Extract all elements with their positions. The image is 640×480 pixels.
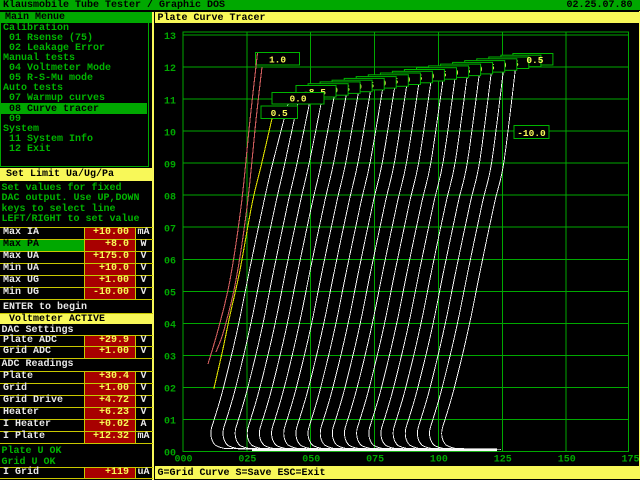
svg-text:0.5: 0.5 <box>271 108 288 119</box>
svg-text:0.5: 0.5 <box>526 55 543 66</box>
svg-text:05: 05 <box>164 289 176 300</box>
svg-text:025: 025 <box>238 455 256 466</box>
svg-text:01: 01 <box>164 417 176 428</box>
svg-text:050: 050 <box>302 455 320 466</box>
svg-text:10: 10 <box>164 128 176 139</box>
svg-text:03: 03 <box>164 353 176 364</box>
svg-text:08: 08 <box>164 192 176 203</box>
svg-text:11: 11 <box>164 96 176 107</box>
svg-text:13: 13 <box>164 32 176 43</box>
svg-text:09: 09 <box>164 160 176 171</box>
svg-text:100: 100 <box>430 455 448 466</box>
svg-text:175: 175 <box>621 455 639 466</box>
svg-text:06: 06 <box>164 257 176 268</box>
svg-text:075: 075 <box>366 455 384 466</box>
svg-text:125: 125 <box>494 455 512 466</box>
svg-text:02: 02 <box>164 385 176 396</box>
svg-text:1.0: 1.0 <box>269 54 286 65</box>
svg-text:12: 12 <box>164 64 176 75</box>
svg-text:150: 150 <box>558 455 576 466</box>
svg-text:0.0: 0.0 <box>289 93 306 104</box>
svg-text:04: 04 <box>164 321 176 332</box>
svg-text:07: 07 <box>164 224 176 235</box>
svg-text:-10.0: -10.0 <box>517 128 546 139</box>
svg-text:000: 000 <box>174 455 192 466</box>
